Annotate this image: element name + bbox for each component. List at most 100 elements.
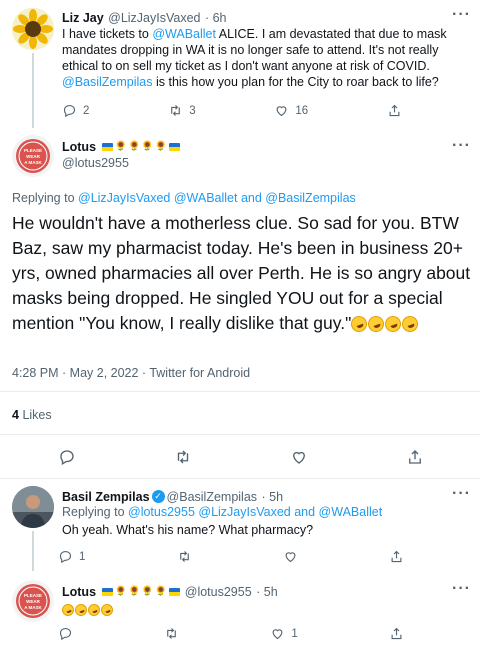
rolling-laughing-emoji bbox=[400, 314, 421, 335]
retweet-button[interactable] bbox=[164, 626, 179, 641]
tweet-timestamp[interactable]: 4:28 PM · May 2, 2022 · Twitter for Andr… bbox=[12, 366, 250, 380]
author-name[interactable]: Basil Zempilas bbox=[62, 490, 150, 504]
svg-text:WEAR: WEAR bbox=[26, 599, 40, 604]
likes-label: Likes bbox=[22, 408, 52, 422]
sunflower-icon: 🌻 bbox=[127, 141, 141, 153]
mention-link[interactable]: @WABallet bbox=[152, 27, 216, 41]
author-name[interactable]: Liz Jay bbox=[62, 11, 104, 25]
avatar-basil-zempilas[interactable] bbox=[12, 486, 54, 528]
like-button[interactable]: 16 bbox=[274, 103, 308, 118]
like-icon bbox=[272, 629, 283, 640]
svg-text:A MASK: A MASK bbox=[24, 160, 42, 165]
retweet-button[interactable] bbox=[174, 448, 192, 466]
rolling-laughing-emoji bbox=[349, 314, 370, 335]
divider bbox=[0, 434, 480, 435]
reply-button[interactable] bbox=[58, 626, 73, 641]
thread-connector bbox=[32, 53, 34, 128]
main-tweet-header: Lotus 🌻🌻🌻🌻 bbox=[62, 138, 181, 156]
rolling-laughing-emoji bbox=[73, 602, 89, 618]
rolling-laughing-emoji bbox=[366, 314, 387, 335]
reply-button[interactable]: 2 bbox=[62, 103, 89, 118]
sunflower-icon: 🌻 bbox=[127, 586, 141, 598]
replying-to: Replying to @LizJayIsVaxed @WABallet and… bbox=[12, 191, 356, 205]
thread-connector bbox=[32, 531, 34, 571]
divider bbox=[0, 478, 480, 479]
tweet1-actions: 2 3 16 bbox=[62, 103, 402, 118]
ukraine-flag-icon bbox=[102, 587, 114, 596]
person-avatar-image bbox=[12, 486, 54, 528]
ukraine-flag-icon bbox=[169, 142, 181, 151]
svg-text:WEAR: WEAR bbox=[26, 154, 40, 159]
sunflower-icon: 🌻 bbox=[154, 586, 168, 598]
svg-text:PLEASE: PLEASE bbox=[24, 593, 42, 598]
reply-icon bbox=[59, 627, 72, 641]
sunflower-icon: 🌻 bbox=[141, 141, 154, 153]
share-icon bbox=[391, 627, 402, 640]
likes-count-link[interactable]: 4 Likes bbox=[12, 408, 52, 422]
reply2-text bbox=[60, 601, 115, 619]
reply2-actions: 1 bbox=[58, 626, 404, 641]
retweet-button[interactable]: 3 bbox=[168, 103, 196, 118]
sunflower-icon: 🌻 bbox=[154, 141, 168, 153]
retweet-icon bbox=[177, 450, 189, 464]
replying-handles-link[interactable]: @lotus2955 @LizJayIsVaxed and @WABallet bbox=[128, 505, 382, 519]
author-handle[interactable]: @lotus2955 bbox=[185, 585, 252, 599]
replying-to: Replying to @lotus2955 @LizJayIsVaxed an… bbox=[62, 505, 383, 519]
rolling-laughing-emoji bbox=[60, 602, 76, 618]
tweet1-header: Liz Jay @LizJayIsVaxed · 6h bbox=[62, 9, 227, 27]
share-button[interactable] bbox=[387, 103, 402, 118]
more-icon[interactable]: ··· bbox=[452, 137, 471, 155]
ukraine-flag-icon bbox=[169, 587, 181, 596]
retweet-icon bbox=[171, 105, 181, 116]
mention-link[interactable]: @BasilZempilas bbox=[62, 75, 153, 89]
verified-icon: ✓ bbox=[151, 490, 165, 504]
retweet-button[interactable] bbox=[177, 549, 192, 564]
share-button[interactable] bbox=[389, 626, 404, 641]
reply-button[interactable]: 1 bbox=[58, 549, 85, 564]
like-icon bbox=[293, 451, 305, 464]
reply1-actions: 1 bbox=[58, 549, 404, 564]
retweet-icon bbox=[167, 628, 176, 639]
rolling-laughing-emoji bbox=[383, 314, 404, 335]
share-button[interactable] bbox=[389, 549, 404, 564]
share-icon bbox=[391, 550, 402, 563]
like-icon bbox=[276, 106, 287, 117]
main-tweet-actions bbox=[58, 448, 424, 466]
please-wear-mask-avatar: PLEASE WEAR A MASK bbox=[12, 580, 54, 622]
more-icon[interactable]: ··· bbox=[452, 580, 471, 598]
author-handle[interactable]: @lotus2955 bbox=[62, 156, 129, 170]
share-button[interactable] bbox=[406, 448, 424, 466]
reply-button[interactable] bbox=[58, 448, 76, 466]
sunflower-icon: 🌻 bbox=[114, 141, 127, 153]
avatar-lotus[interactable]: PLEASE WEAR A MASK bbox=[12, 135, 54, 177]
reply-icon bbox=[60, 450, 74, 465]
likes-count: 4 bbox=[12, 408, 19, 422]
sunflower-icon: 🌻 bbox=[141, 586, 154, 598]
replying-handles-link[interactable]: @LizJayIsVaxed @WABallet and @BasilZempi… bbox=[78, 191, 356, 205]
more-icon[interactable]: ··· bbox=[452, 485, 471, 503]
reply1-text: Oh yeah. What's his name? What pharmacy? bbox=[62, 523, 314, 537]
rolling-laughing-emoji bbox=[99, 602, 115, 618]
author-handle[interactable]: @BasilZempilas bbox=[167, 490, 258, 504]
avatar-lotus[interactable]: PLEASE WEAR A MASK bbox=[12, 580, 54, 622]
tweet-time[interactable]: · 6h bbox=[205, 11, 227, 25]
sunflower-icon: 🌻 bbox=[114, 586, 127, 598]
avatar-liz-jay[interactable] bbox=[12, 8, 54, 50]
please-wear-mask-avatar: PLEASE WEAR A MASK bbox=[12, 135, 54, 177]
like-button[interactable] bbox=[283, 549, 298, 564]
author-name[interactable]: Lotus bbox=[62, 140, 96, 154]
author-handle[interactable]: @LizJayIsVaxed bbox=[108, 11, 200, 25]
sunflower-icon bbox=[12, 8, 54, 50]
author-name[interactable]: Lotus bbox=[62, 585, 96, 599]
share-icon bbox=[389, 104, 400, 117]
reply-icon bbox=[63, 104, 76, 118]
more-icon[interactable]: ··· bbox=[452, 6, 471, 24]
ukraine-flag-icon bbox=[102, 142, 114, 151]
tweet-time[interactable]: · 5h bbox=[256, 585, 278, 599]
like-button[interactable] bbox=[290, 448, 308, 466]
divider bbox=[0, 391, 480, 392]
reply-icon bbox=[59, 550, 72, 564]
reply1-header: Basil Zempilas ✓ @BasilZempilas · 5h bbox=[62, 488, 283, 506]
like-button[interactable]: 1 bbox=[270, 626, 298, 641]
tweet-time[interactable]: · 5h bbox=[262, 490, 284, 504]
